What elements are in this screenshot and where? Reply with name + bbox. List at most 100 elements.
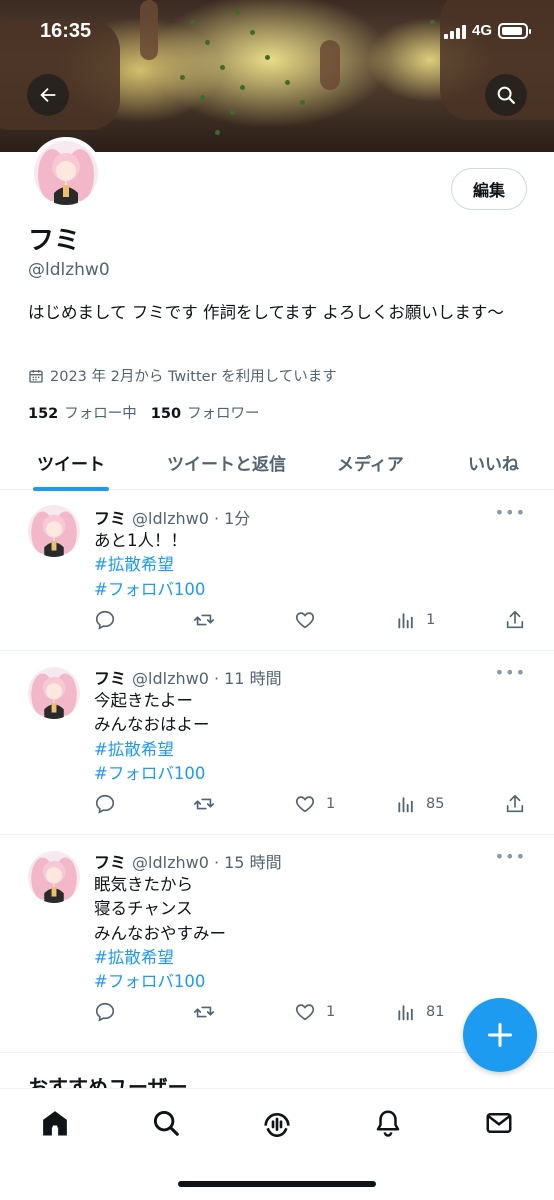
avatar-image — [28, 851, 80, 903]
spaces-icon — [264, 1113, 290, 1138]
follow-counts: 152 フォロー中 150 フォロワー — [28, 402, 260, 423]
heart-icon — [295, 612, 315, 629]
following-link[interactable]: 152 フォロー中 — [28, 402, 137, 423]
messages-icon — [486, 1113, 512, 1133]
views-button[interactable]: 85 — [396, 793, 444, 815]
avatar-image — [34, 141, 98, 205]
tab-media[interactable]: メディア — [337, 450, 404, 475]
plus-icon — [487, 1022, 513, 1048]
avatar-image — [28, 505, 80, 557]
tweet-meta: @ldlzhw0 · 1分 — [132, 509, 251, 528]
nav-spaces[interactable] — [261, 1107, 293, 1139]
avatar[interactable] — [28, 851, 80, 903]
tab-likes[interactable]: いいね — [468, 450, 519, 475]
hashtag-link[interactable]: #拡散希望 — [94, 738, 210, 762]
share-button[interactable] — [504, 793, 526, 815]
reply-button[interactable] — [94, 1001, 116, 1023]
views-icon — [398, 613, 413, 629]
home-icon — [43, 1111, 67, 1136]
tweet-meta: @ldlzhw0 · 11 時間 — [132, 669, 282, 688]
search-icon — [153, 1110, 179, 1136]
profile-bio: はじめまして フミです 作詞をしてます よろしくお願いします〜 — [28, 303, 504, 322]
avatar[interactable] — [28, 667, 80, 719]
tweet-actions: 1 — [94, 609, 530, 633]
share-button[interactable] — [504, 609, 526, 631]
more-options-icon[interactable]: ••• — [495, 503, 526, 522]
nav-notifications[interactable] — [372, 1107, 404, 1139]
tweet[interactable]: フミ @ldlzhw0 · 11 時間 ••• 今起きたよー みんなおはよー #拡… — [0, 651, 554, 835]
share-icon — [506, 794, 524, 813]
like-button[interactable]: 1 — [294, 1001, 335, 1023]
status-time: 16:35 — [40, 20, 92, 42]
tweet-body: 今起きたよー みんなおはよー #拡散希望 #フォロバ100 — [94, 689, 210, 786]
view-count: 81 — [426, 1004, 445, 1020]
search-icon — [497, 86, 515, 104]
retweet-icon — [194, 798, 214, 810]
hashtag-link[interactable]: #拡散希望 — [94, 946, 226, 970]
compose-tweet-button[interactable] — [463, 998, 537, 1072]
view-count: 85 — [426, 796, 445, 812]
following-label: フォロー中 — [64, 406, 137, 422]
reply-button[interactable] — [94, 793, 116, 815]
like-button[interactable]: 1 — [294, 793, 335, 815]
tweet-text-line: みんなおやすみー — [94, 923, 226, 943]
tweet-header: フミ @ldlzhw0 · 1分 — [94, 505, 250, 529]
tweet-actions: 1 85 — [94, 793, 530, 817]
avatar[interactable] — [28, 505, 80, 557]
tweet-body: 眠気きたから 寝るチャンス みんなおやすみー #拡散希望 #フォロバ100 — [94, 873, 226, 994]
hashtag-link[interactable]: #拡散希望 — [94, 553, 205, 577]
profile-avatar[interactable] — [30, 137, 102, 209]
retweet-button[interactable] — [192, 1001, 216, 1023]
tweet-text-line: 今起きたよー — [94, 691, 193, 710]
like-count: 1 — [326, 1004, 336, 1020]
tweet-author-name[interactable]: フミ — [94, 669, 126, 688]
share-icon — [506, 610, 524, 629]
avatar-image — [28, 667, 80, 719]
hashtag-link[interactable]: #フォロバ100 — [94, 578, 205, 602]
view-count: 1 — [426, 612, 436, 628]
tweet-author-name[interactable]: フミ — [94, 853, 126, 872]
nav-home[interactable] — [39, 1107, 71, 1139]
edit-profile-button[interactable]: 編集 — [451, 168, 527, 210]
tweet-body: あと1人！！ #拡散希望 #フォロバ100 — [94, 529, 205, 602]
followers-link[interactable]: 150 フォロワー — [151, 402, 260, 423]
joined-text: 2023 年 2月から Twitter を利用しています — [50, 369, 337, 385]
search-button[interactable] — [485, 74, 527, 116]
reply-icon — [95, 1002, 115, 1022]
battery-icon — [498, 22, 531, 39]
tweet-author-name[interactable]: フミ — [94, 509, 126, 528]
tab-tweets[interactable]: ツイート — [37, 450, 105, 475]
tab-tweets-replies[interactable]: ツイートと返信 — [167, 450, 286, 475]
heart-icon — [295, 1004, 315, 1021]
home-indicator[interactable] — [178, 1181, 376, 1187]
hashtag-link[interactable]: #フォロバ100 — [94, 970, 226, 994]
like-count: 1 — [326, 796, 336, 812]
retweet-icon — [194, 1006, 214, 1018]
hashtag-link[interactable]: #フォロバ100 — [94, 762, 210, 786]
views-button[interactable]: 81 — [396, 1001, 444, 1023]
like-button[interactable] — [294, 609, 326, 631]
retweet-button[interactable] — [192, 609, 216, 631]
views-icon — [398, 1005, 413, 1021]
tweet-header: フミ @ldlzhw0 · 11 時間 — [94, 665, 282, 689]
retweet-button[interactable] — [192, 793, 216, 815]
reply-icon — [95, 794, 115, 814]
reply-button[interactable] — [94, 609, 116, 631]
network-type: 4G — [471, 22, 492, 39]
nav-search[interactable] — [150, 1107, 182, 1139]
tweet-text-line: 眠気きたから — [94, 875, 193, 894]
profile-handle: @ldlzhw0 — [28, 260, 110, 280]
back-button[interactable] — [27, 74, 69, 116]
nav-messages[interactable] — [483, 1107, 515, 1139]
more-options-icon[interactable]: ••• — [495, 847, 526, 866]
tweet-text-line: みんなおはよー — [94, 715, 210, 735]
views-button[interactable]: 1 — [396, 609, 435, 631]
more-options-icon[interactable]: ••• — [495, 663, 526, 682]
notifications-icon — [376, 1110, 400, 1137]
calendar-icon — [29, 369, 43, 383]
tweet-text-line: あと1人！！ — [94, 531, 187, 550]
joined-date: 2023 年 2月から Twitter を利用しています — [28, 365, 337, 386]
tweet[interactable]: フミ @ldlzhw0 · 1分 ••• あと1人！！ #拡散希望 #フォロバ10… — [0, 491, 554, 651]
retweet-icon — [194, 614, 214, 626]
following-count: 152 — [28, 406, 59, 422]
